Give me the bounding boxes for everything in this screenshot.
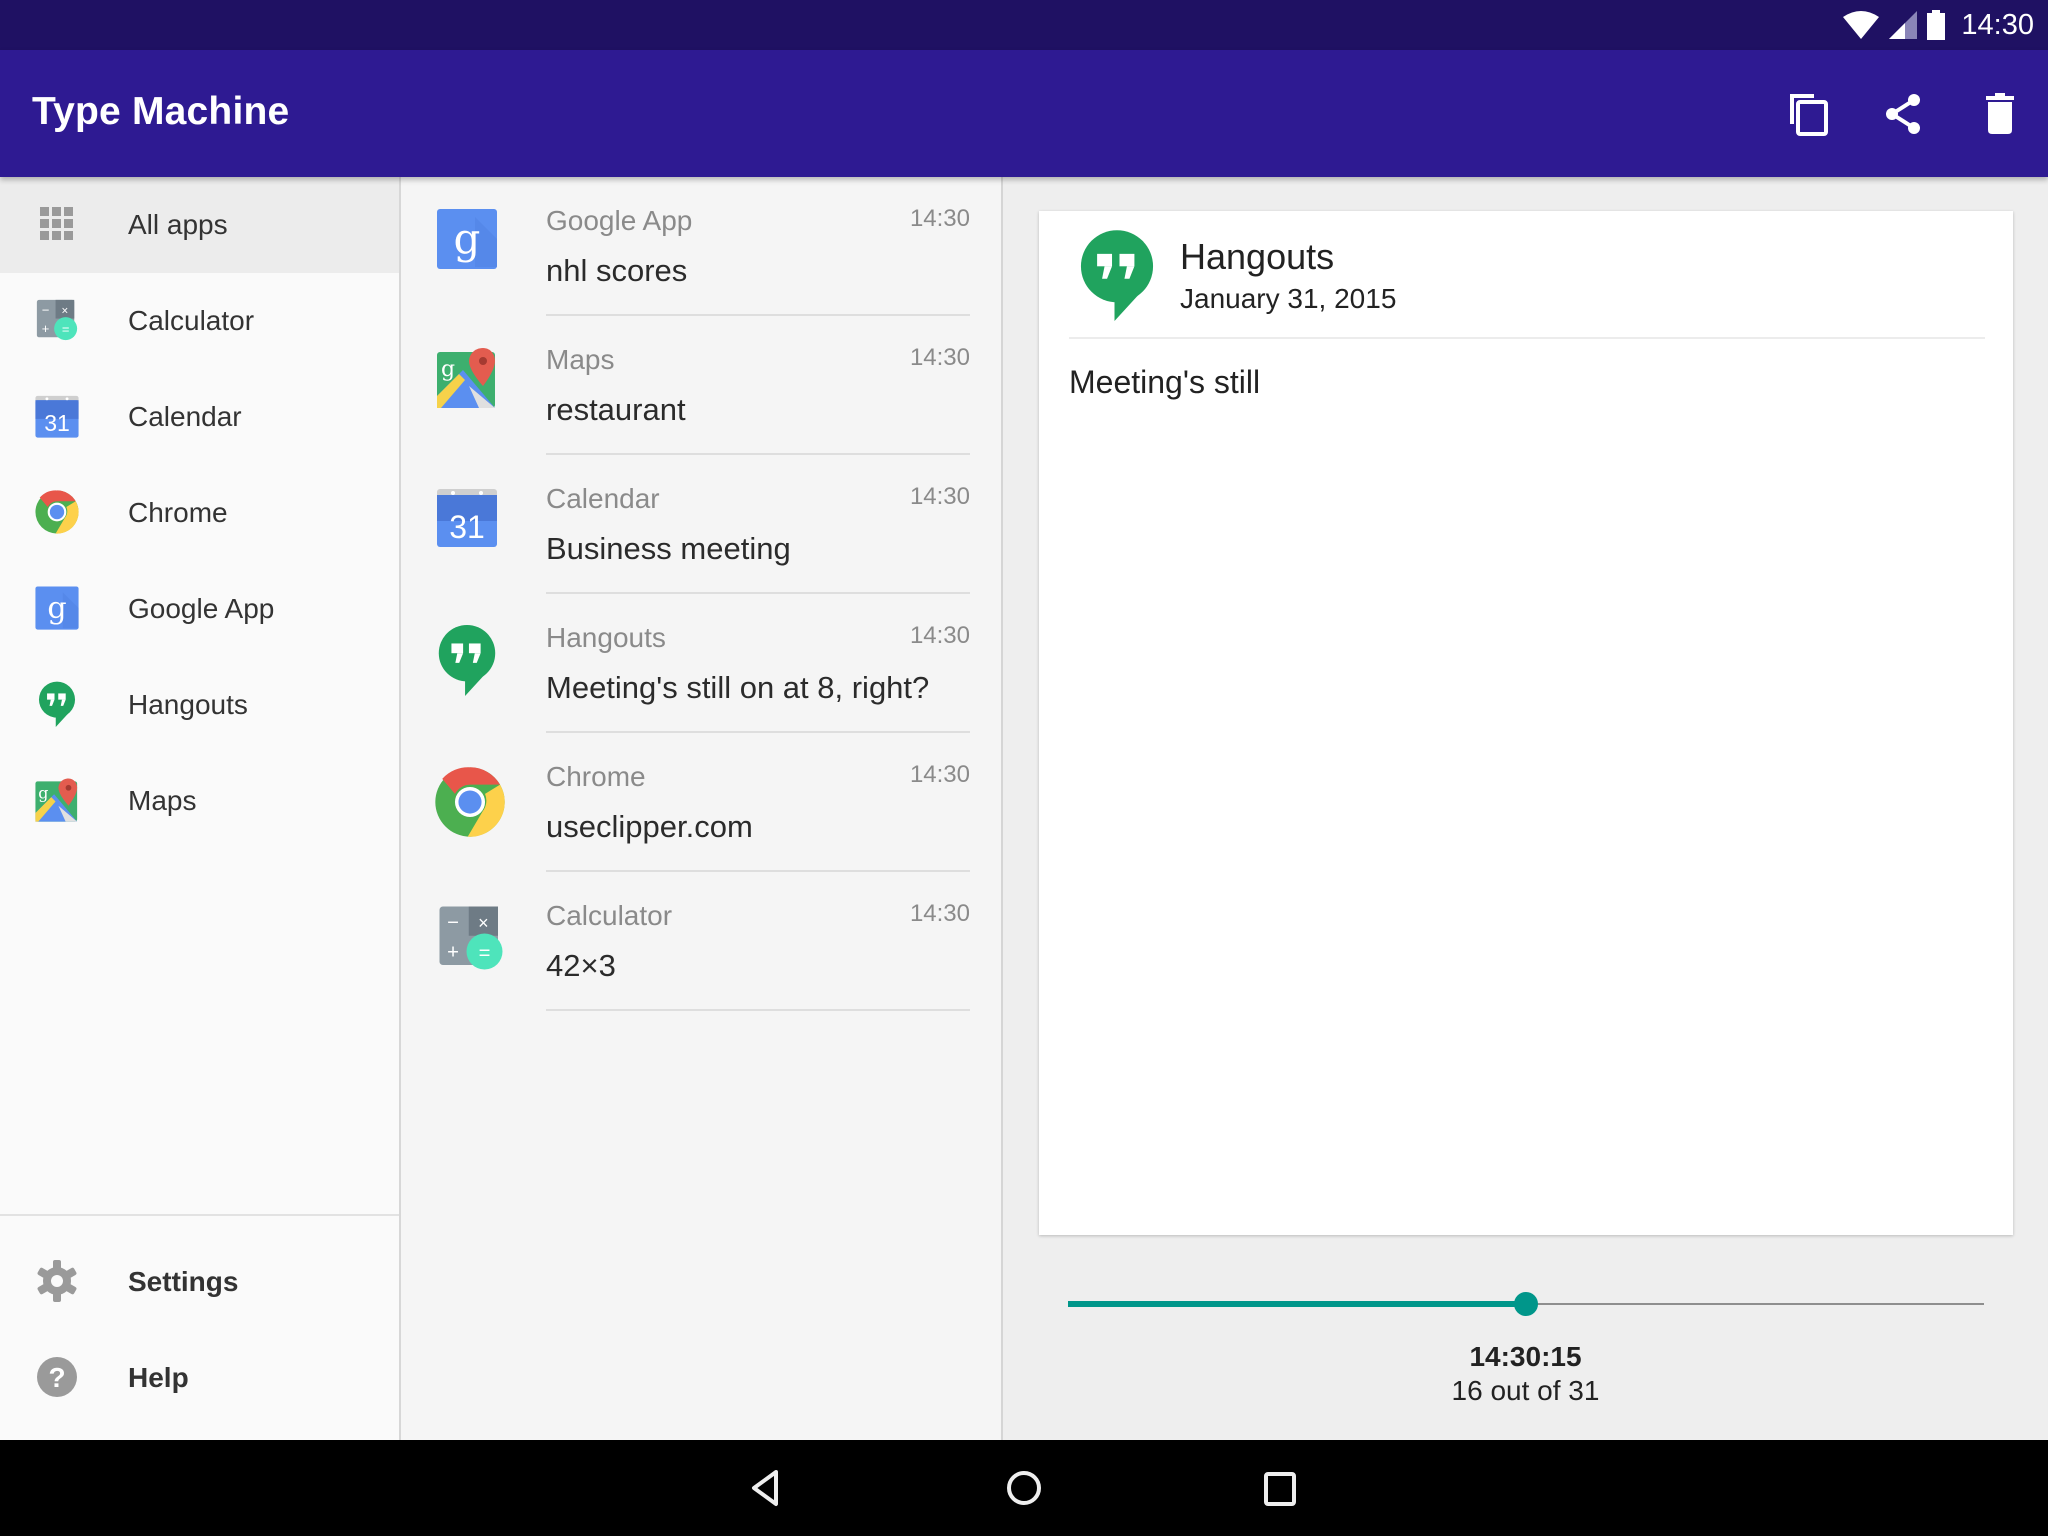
detail-pane: Hangouts January 31, 2015 Meeting's stil… [1003,177,2048,1440]
detail-date: January 31, 2015 [1180,283,1397,314]
delete-button[interactable] [1978,92,2022,136]
battery-icon [1927,10,1946,40]
google-icon [34,585,80,631]
sidebar-item-label: Hangouts [128,689,248,720]
chrome-icon [433,765,507,839]
calendar-icon [435,485,499,549]
sidebar-item-label: Help [128,1362,189,1393]
detail-app-name: Hangouts [1180,236,1335,277]
clip-time: 14:30 [909,900,970,927]
app-title: Type Machine [32,90,290,133]
slider-thumb[interactable] [1514,1292,1538,1316]
clip-time: 14:30 [909,761,970,788]
app-bar: Type Machine [0,50,2048,177]
back-button[interactable] [744,1464,792,1512]
maps-icon [34,777,80,823]
sidebar-item-hangouts[interactable]: Hangouts [0,657,399,753]
home-icon [1007,1471,1041,1505]
clip-source: Chrome [546,761,646,792]
clip-source: Calculator [546,900,673,931]
clip-text: Meeting's still on at 8, right? [546,670,930,705]
clip-text: Business meeting [546,531,791,566]
calendar-icon [34,393,80,439]
list-item[interactable]: Calculator 14:30 42×3 [401,872,1001,1011]
list-item[interactable]: Google App 14:30 nhl scores [401,177,1001,316]
card-divider [1069,337,1985,339]
list-item[interactable]: Calendar 14:30 Business meeting [401,455,1001,594]
svg-text:?: ? [48,1362,65,1393]
clip-time: 14:30 [909,344,970,371]
hangouts-icon [34,681,80,727]
sidebar-item-label: Settings [128,1266,239,1297]
calculator-icon [435,902,507,974]
google-icon [435,207,499,271]
calculator-icon [34,297,80,343]
share-icon [1886,94,1920,134]
clip-text: nhl scores [546,253,688,288]
clip-list: Google App 14:30 nhl scores Maps 14:30 r… [401,177,1003,1440]
help-icon: ? [37,1357,77,1397]
clip-text: restaurant [546,392,686,427]
sidebar-item-label: Google App [128,593,275,624]
clip-source: Maps [546,344,615,375]
hangouts-icon [435,624,499,696]
clip-text: useclipper.com [546,809,753,844]
back-icon [752,1470,778,1506]
recents-button[interactable] [1256,1464,1304,1512]
list-item[interactable]: Maps 14:30 restaurant [401,316,1001,455]
home-button[interactable] [1000,1464,1048,1512]
detail-body-text[interactable]: Meeting's still [1069,364,1260,401]
recents-icon [1264,1472,1296,1506]
clip-time: 14:30 [909,483,970,510]
sidebar-item-label: Chrome [128,497,228,528]
sidebar-item-help[interactable]: ? Help [0,1330,399,1426]
copy-button[interactable] [1786,92,1830,136]
sidebar-item-all-apps[interactable]: All apps [0,177,399,273]
list-item[interactable]: Chrome 14:30 useclipper.com [401,733,1001,872]
sidebar-item-maps[interactable]: Maps [0,753,399,849]
sidebar-item-calendar[interactable]: Calendar [0,369,399,465]
status-time: 14:30 [1961,8,2034,41]
gear-icon [37,1260,77,1302]
share-button[interactable] [1882,92,1926,136]
wifi-icon [1843,11,1880,39]
status-bar: 14:30 [0,0,2048,50]
sidebar-item-chrome[interactable]: Chrome [0,465,399,561]
slider-fill [1068,1301,1526,1307]
cell-signal-icon [1889,11,1918,39]
clip-time: 14:30 [909,622,970,649]
hangouts-icon [1077,229,1157,321]
slider-counter: 16 out of 31 [1451,1375,1600,1406]
clip-detail-card: Hangouts January 31, 2015 Meeting's stil… [1039,211,2013,1235]
sidebar-item-settings[interactable]: Settings [0,1234,399,1330]
clip-source: Hangouts [546,622,666,653]
trash-icon [1986,93,2014,134]
sidebar-item-label: Calculator [128,305,255,336]
sidebar-item-calculator[interactable]: Calculator [0,273,399,369]
clip-source: Calendar [546,483,660,514]
grid-icon [40,207,73,240]
navigation-bar [0,1440,2048,1536]
history-slider[interactable] [1068,1289,1984,1319]
copy-icon [1790,94,1828,136]
sidebar-item-label: Maps [128,785,197,816]
sidebar-item-google-app[interactable]: Google App [0,561,399,657]
chrome-icon [34,489,80,535]
clip-source: Google App [546,205,693,236]
sidebar: All apps Calculator Calendar Chrome Goog… [0,177,401,1440]
sidebar-divider [0,1214,399,1216]
row-divider [546,1009,970,1011]
list-item[interactable]: Hangouts 14:30 Meeting's still on at 8, … [401,594,1001,733]
sidebar-item-label: Calendar [128,401,242,432]
clip-text: 42×3 [546,948,616,983]
sidebar-item-label: All apps [128,209,228,240]
slider-time: 14:30:15 [1469,1341,1582,1372]
maps-icon [435,346,499,410]
clip-time: 14:30 [909,205,970,232]
